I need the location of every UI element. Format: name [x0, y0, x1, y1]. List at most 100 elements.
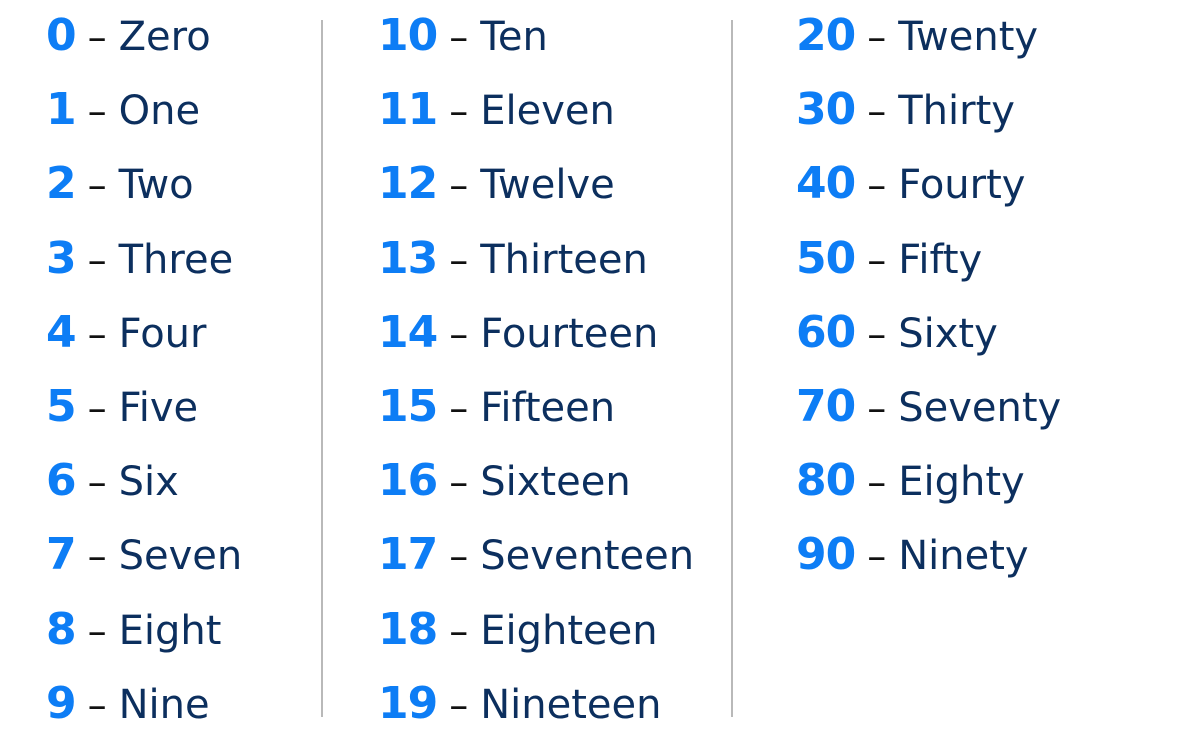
separator-dash: – [87, 237, 107, 282]
numeral: 80 [796, 455, 856, 507]
numeral: 4 [46, 306, 77, 358]
numeral: 14 [378, 306, 438, 358]
number-entry: 16– Sixteen [378, 455, 631, 529]
number-entry: 17– Seventeen [378, 529, 694, 603]
numeral: 11 [378, 84, 438, 136]
separator-dash: – [867, 89, 887, 134]
number-entry: 13– Thirteen [378, 233, 648, 307]
separator-dash: – [449, 460, 469, 505]
separator-dash: – [87, 460, 107, 505]
numeral: 90 [796, 529, 856, 581]
number-entry: 5– Five [46, 381, 198, 455]
numeral: 13 [378, 232, 438, 284]
numeral: 6 [46, 455, 77, 507]
numeral: 9 [46, 677, 77, 729]
number-word: Fifteen [480, 385, 616, 431]
number-entry: 0– Zero [46, 10, 211, 84]
numeral: 7 [46, 529, 77, 581]
numeral: 5 [46, 381, 77, 432]
number-entry: 7– Seven [46, 529, 242, 603]
separator-dash: – [867, 460, 887, 505]
number-entry: 80– Eighty [796, 455, 1025, 529]
number-entry: 14– Fourteen [378, 307, 658, 381]
column-divider [321, 20, 323, 717]
numeral: 8 [46, 603, 77, 655]
number-word: Eleven [480, 88, 615, 135]
numeral: 70 [796, 381, 856, 432]
number-entry: 12– Twelve [378, 158, 615, 232]
number-word: Ninety [898, 533, 1029, 580]
number-word: Seventy [898, 385, 1062, 431]
number-word: Thirteen [480, 236, 648, 283]
number-entry: 60– Sixty [796, 307, 998, 381]
number-word: Eighty [898, 459, 1025, 506]
number-entry: 18– Eighteen [378, 604, 658, 678]
number-entry: 1– One [46, 84, 200, 158]
separator-dash: – [867, 534, 887, 579]
number-word: Three [118, 236, 234, 283]
separator-dash: – [867, 386, 887, 430]
numeral: 15 [378, 381, 438, 432]
separator-dash: – [449, 608, 469, 653]
numeral: 10 [378, 10, 438, 61]
number-entry: 2– Two [46, 158, 194, 232]
number-word: Eighteen [480, 607, 658, 654]
numeral: 3 [46, 232, 77, 284]
numeral: 1 [46, 84, 77, 136]
number-entry: 11– Eleven [378, 84, 615, 158]
separator-dash: – [449, 386, 469, 430]
number-word: Twenty [898, 14, 1039, 60]
separator-dash: – [87, 163, 107, 208]
number-entry: 90– Ninety [796, 529, 1029, 603]
number-word: Fifty [898, 236, 983, 283]
number-word: Sixty [898, 310, 998, 357]
numeral: 0 [46, 10, 77, 61]
number-entry: 20– Twenty [796, 10, 1038, 84]
number-entry: 70– Seventy [796, 381, 1061, 455]
separator-dash: – [87, 608, 107, 653]
number-entry: 30– Thirty [796, 84, 1015, 158]
number-entry: 6– Six [46, 455, 179, 529]
numeral: 19 [378, 677, 438, 729]
number-entry: 15– Fifteen [378, 381, 615, 455]
numeral: 16 [378, 455, 438, 507]
number-entry: 3– Three [46, 233, 233, 307]
number-word: Ten [480, 14, 548, 60]
separator-dash: – [867, 311, 887, 356]
number-word: Four [118, 310, 207, 357]
separator-dash: – [449, 311, 469, 356]
separator-dash: – [87, 386, 107, 430]
numeral: 50 [796, 232, 856, 284]
separator-dash: – [87, 311, 107, 356]
number-entry: 4– Four [46, 307, 206, 381]
separator-dash: – [867, 237, 887, 282]
separator-dash: – [87, 89, 107, 134]
separator-dash: – [449, 682, 469, 727]
number-entry: 40– Fourty [796, 158, 1025, 232]
number-word: Twelve [480, 162, 615, 209]
number-word: Fourteen [480, 310, 659, 357]
number-word: Six [118, 459, 179, 506]
number-word: Sixteen [480, 459, 631, 506]
number-word: Two [118, 162, 194, 209]
numeral: 20 [796, 10, 856, 61]
separator-dash: – [87, 682, 107, 727]
column-divider [731, 20, 733, 717]
number-word: Thirty [898, 88, 1015, 135]
number-word: Five [118, 385, 199, 431]
separator-dash: – [449, 15, 469, 59]
numeral: 17 [378, 529, 438, 581]
number-entry: 10– Ten [378, 10, 548, 84]
number-word: Nineteen [480, 681, 662, 728]
separator-dash: – [449, 89, 469, 134]
numeral: 2 [46, 158, 77, 210]
numeral: 12 [378, 158, 438, 210]
separator-dash: – [87, 15, 107, 59]
number-word: Nine [118, 681, 210, 728]
numeral: 40 [796, 158, 856, 210]
number-word: Seventeen [480, 533, 695, 580]
number-word: Seven [118, 533, 243, 580]
number-entry: 50– Fifty [796, 233, 982, 307]
numeral: 18 [378, 603, 438, 655]
numeral: 60 [796, 306, 856, 358]
